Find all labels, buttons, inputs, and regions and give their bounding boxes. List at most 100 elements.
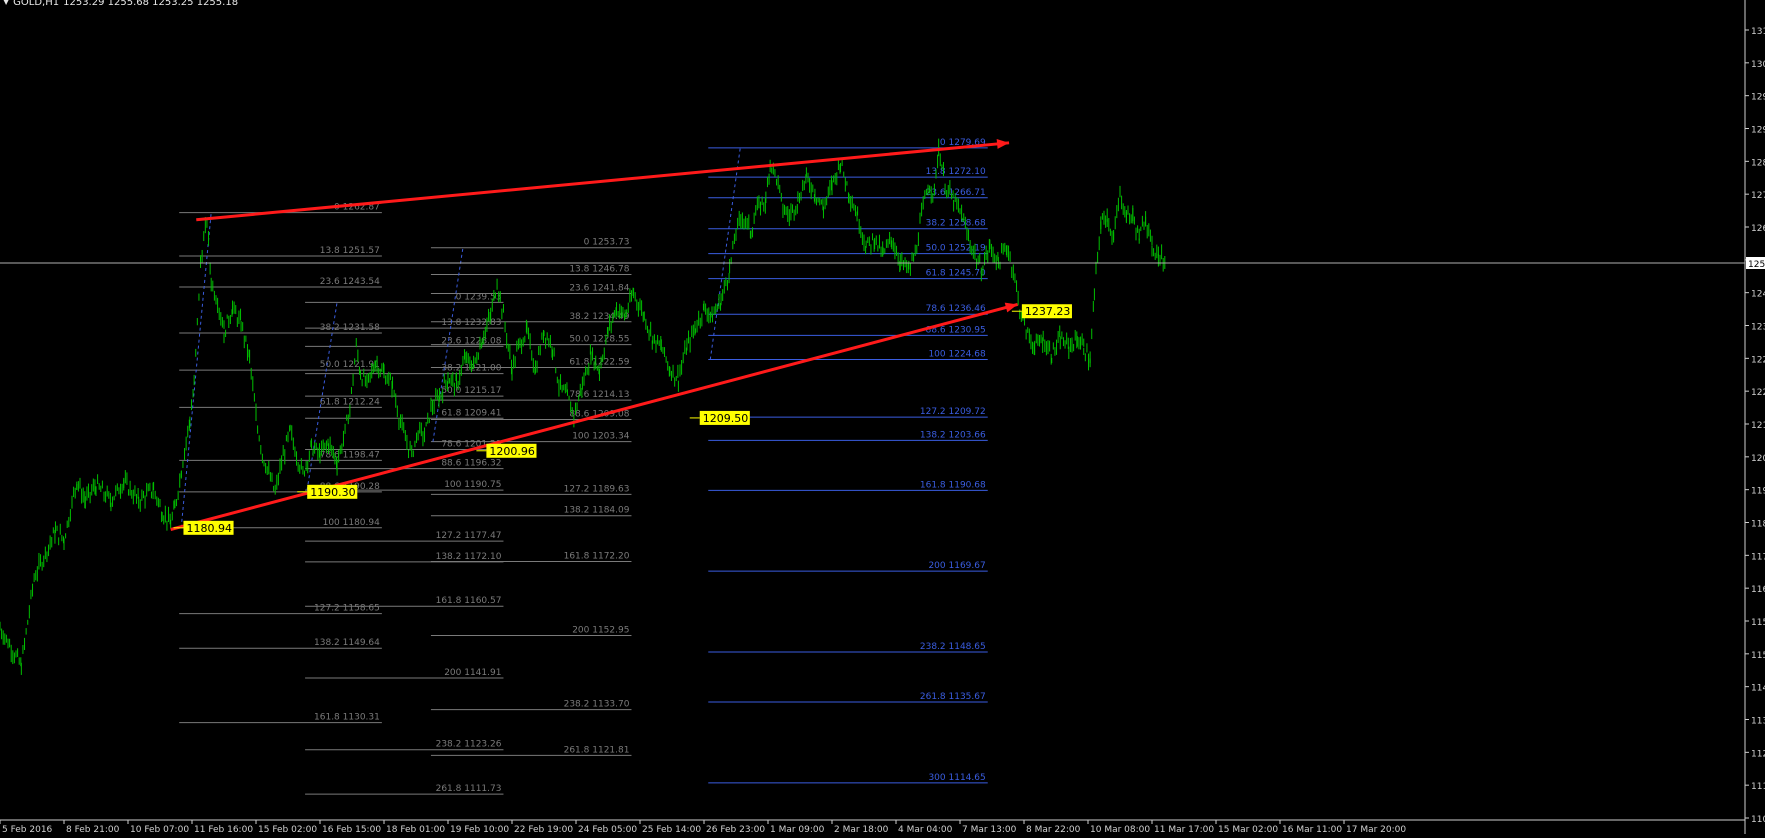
fib-level-label: 38.2 1234.49 [569, 312, 629, 322]
price-axis-label: 129 [1751, 126, 1765, 136]
fib-level-label: 23.6 1241.84 [569, 283, 629, 293]
price-axis-label: 127 [1751, 191, 1765, 201]
time-axis-label: 16 Mar 11:00 [1282, 825, 1342, 834]
price-axis-label: 121 [1751, 421, 1765, 431]
fib-level-label: 100 1203.34 [572, 432, 630, 442]
time-axis-label: 22 Feb 19:00 [514, 825, 573, 834]
time-axis-label: 24 Feb 05:00 [578, 825, 637, 834]
fib-level-label: 50.0 1215.17 [441, 386, 501, 396]
time-axis-label: 4 Mar 04:00 [898, 825, 953, 834]
current-price-tag: 125 [1748, 260, 1765, 270]
time-axis-label: 10 Feb 07:00 [130, 825, 189, 834]
fib-level-label: 238.2 1148.65 [920, 642, 986, 652]
time-axis-label: 11 Mar 17:00 [1154, 825, 1214, 834]
fib-level-label: 50.0 1221.91 [320, 360, 380, 370]
chart-area[interactable]: 0 1262.87 13.8 1251.57 23.6 1243.54 38.2 12… [0, 0, 1765, 835]
price-axis-label: 118 [1751, 520, 1765, 530]
price-label-text: 1180.94 [186, 522, 232, 535]
price-chart[interactable]: 0 1262.8713.8 1251.5723.6 1243.5438.2 12… [0, 0, 1765, 835]
fib-level-label: 261.8 1135.67 [920, 692, 986, 702]
price-axis-label: 130 [1751, 60, 1765, 70]
price-axis-label: 122 [1751, 355, 1765, 365]
time-axis-label: 2 Mar 18:00 [834, 825, 889, 834]
fib-level-label: 61.8 1245.70 [926, 269, 986, 279]
fib-level-label: 100 1190.75 [444, 480, 501, 490]
price-label-text: 1237.23 [1025, 305, 1071, 318]
price-axis-label: 110 [1751, 815, 1765, 825]
fib-level-label: 50.0 1228.55 [569, 335, 629, 345]
price-axis-label: 123 [1751, 323, 1765, 333]
ohlc-readout: 1253.29 1255.68 1253.25 1255.18 [63, 0, 239, 8]
time-axis-label: 11 Feb 16:00 [194, 825, 253, 834]
price-axis-label: 126 [1751, 224, 1765, 234]
time-axis-label: 25 Feb 14:00 [642, 825, 701, 834]
fib-level-label: 23.6 1243.54 [320, 277, 380, 287]
time-axis-label: 26 Feb 23:00 [706, 825, 765, 834]
time-axis-label: 5 Feb 2016 [2, 825, 53, 834]
price-axis-label: 122 [1751, 388, 1765, 398]
time-axis-label: 8 Mar 22:00 [1026, 825, 1081, 834]
price-label-text: 1190.30 [310, 486, 356, 499]
fib-level-label: 88.6 1196.32 [441, 459, 501, 469]
fib-level-label: 13.8 1272.10 [926, 167, 986, 177]
price-axis-label: 131 [1751, 27, 1765, 37]
price-axis-label: 115 [1751, 651, 1765, 661]
fib-level-label: 138.2 1172.10 [436, 552, 502, 562]
fib-level-label: 138.2 1184.09 [564, 506, 630, 516]
fib-level-label: 127.2 1189.63 [564, 484, 630, 494]
time-axis-label: 16 Feb 15:00 [322, 825, 381, 834]
price-axis-label: 120 [1751, 454, 1765, 464]
fib-level-label: 161.8 1172.20 [564, 551, 630, 561]
fib-level-label: 161.8 1190.68 [920, 480, 986, 490]
fib-level-label: 127.2 1177.47 [436, 531, 502, 541]
fib-level-label: 138.2 1149.64 [314, 638, 380, 648]
fib-level-label: 38.2 1258.68 [926, 219, 986, 229]
time-axis-label: 1 Mar 09:00 [770, 825, 825, 834]
fib-level-label: 238.2 1123.26 [436, 740, 502, 750]
time-axis-label: 19 Feb 10:00 [450, 825, 509, 834]
price-axis-label: 112 [1751, 749, 1765, 759]
price-axis-label: 116 [1751, 585, 1765, 595]
price-axis-label: 111 [1751, 782, 1765, 792]
price-axis-label: 129 [1751, 93, 1765, 103]
fib-level-label: 100 1180.94 [323, 518, 381, 528]
fib-level-label: 0 1253.73 [584, 238, 630, 248]
fib-level-label: 200 1169.67 [928, 561, 985, 571]
fib-level-label: 261.8 1121.81 [564, 745, 630, 755]
price-label-text: 1200.96 [489, 445, 535, 458]
time-axis-label: 18 Feb 01:00 [386, 825, 445, 834]
price-axis-label: 119 [1751, 487, 1765, 497]
fib-level-label: 200 1141.91 [444, 668, 501, 678]
fib-level-label: 127.2 1158.65 [314, 604, 380, 614]
price-axis-label: 113 [1751, 717, 1765, 727]
fib-level-label: 78.6 1236.46 [926, 304, 986, 314]
fib-level-label: 61.8 1209.41 [441, 408, 501, 418]
fib-level-label: 161.8 1160.57 [436, 596, 502, 606]
fib-level-label: 50.0 1252.19 [926, 244, 986, 254]
symbol-label: GOLD,H1 [13, 0, 60, 8]
price-axis-label: 117 [1751, 552, 1765, 562]
price-axis-label: 128 [1751, 158, 1765, 168]
fib-level-label: 261.8 1111.73 [436, 784, 502, 794]
fib-level-label: 200 1152.95 [572, 626, 629, 636]
price-label-text: 1209.50 [703, 412, 749, 425]
fib-level-label: 161.8 1130.31 [314, 713, 380, 723]
time-axis-label: 7 Mar 13:00 [962, 825, 1017, 834]
time-axis-label: 15 Mar 02:00 [1218, 825, 1278, 834]
chart-header: ▼ GOLD,H1 1253.29 1255.68 1253.25 1255.1… [3, 0, 238, 8]
fib-level-label: 238.2 1133.70 [564, 700, 630, 710]
price-axis-label: 124 [1751, 290, 1765, 300]
time-axis-label: 10 Mar 08:00 [1090, 825, 1150, 834]
price-axis-label: 114 [1751, 684, 1765, 694]
time-axis-label: 15 Feb 02:00 [258, 825, 317, 834]
dropdown-triangle-icon[interactable]: ▼ [3, 0, 9, 8]
fib-level-label: 61.8 1222.59 [569, 358, 629, 368]
price-axis-label: 115 [1751, 618, 1765, 628]
fib-level-label: 300 1114.65 [928, 773, 985, 783]
fib-level-label: 138.2 1203.66 [920, 430, 986, 440]
fib-level-label: 13.8 1246.78 [569, 264, 629, 274]
time-axis-label: 17 Mar 20:00 [1346, 825, 1406, 834]
fib-level-label: 13.8 1251.57 [320, 246, 380, 256]
time-axis-label: 8 Feb 21:00 [66, 825, 120, 834]
fib-level-label: 100 1224.68 [928, 350, 986, 360]
